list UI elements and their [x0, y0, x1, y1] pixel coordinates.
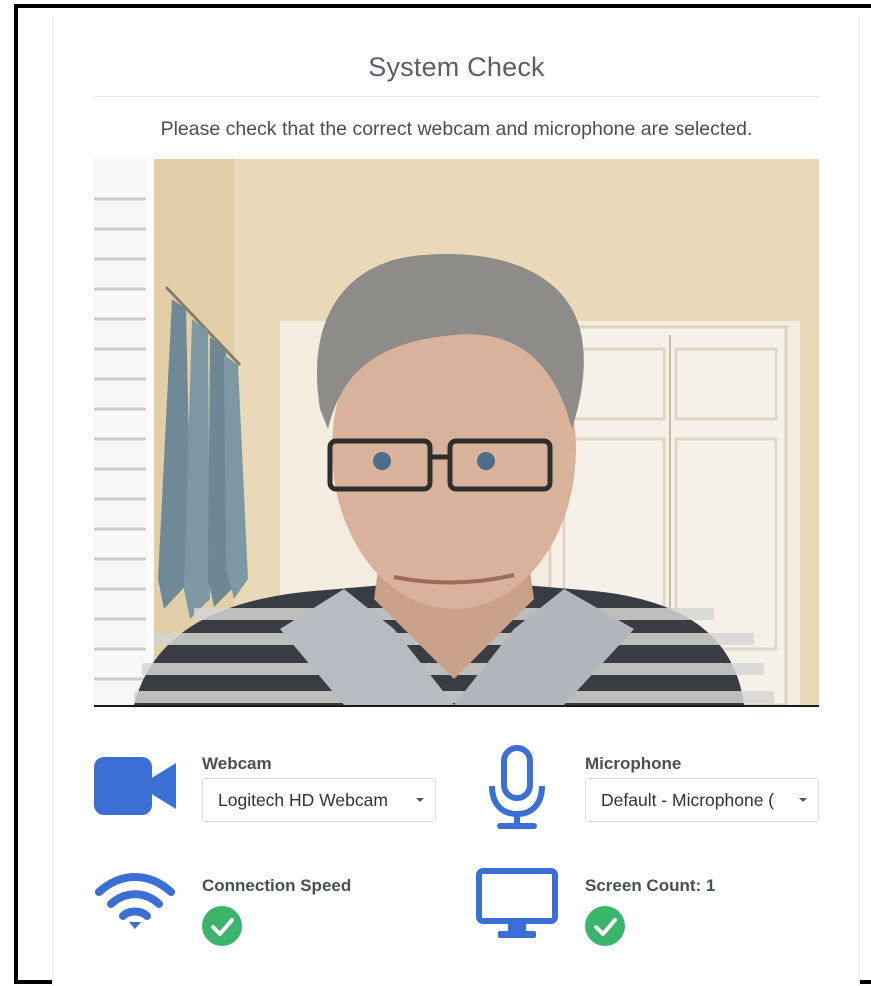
chevron-down-icon — [799, 798, 807, 802]
microphone-label: Microphone — [585, 754, 682, 773]
wifi-icon — [95, 873, 175, 929]
instruction-text: Please check that the correct webcam and… — [160, 118, 753, 140]
connection-status-check-icon — [202, 906, 242, 946]
webcam-label: Webcam — [202, 754, 272, 773]
microphone-icon — [489, 745, 545, 829]
screen-count-label: Screen Count: 1 — [585, 876, 716, 895]
webcam-select[interactable]: Logitech HD Webcam — [202, 778, 436, 822]
chevron-down-icon — [416, 798, 424, 802]
video-camera-icon — [94, 757, 176, 815]
webcam-preview-image — [94, 159, 819, 705]
webcam-preview — [94, 159, 819, 707]
microphone-select[interactable]: Default - Microphone ( — [585, 778, 819, 822]
page-title: System Check — [368, 52, 545, 82]
connection-speed-label: Connection Speed — [202, 876, 352, 895]
screen-status-check-icon — [585, 906, 625, 946]
monitor-icon — [476, 868, 558, 938]
webcam-select-value: Logitech HD Webcam — [218, 790, 388, 810]
microphone-select-value: Default - Microphone ( — [601, 790, 775, 810]
title-divider — [94, 96, 819, 97]
